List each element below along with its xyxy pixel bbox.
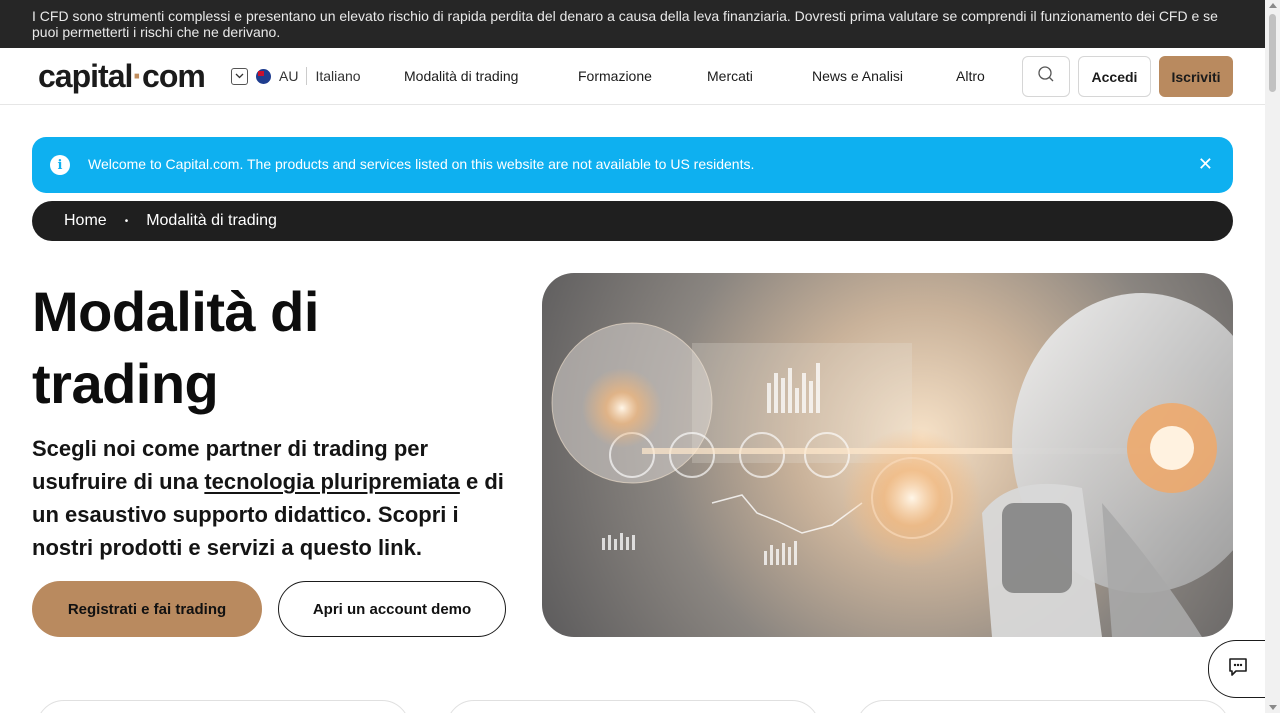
notice-text: Welcome to Capital.com. The products and… xyxy=(88,156,755,172)
info-icon: i xyxy=(50,155,70,175)
nav-education[interactable]: Formazione xyxy=(578,68,652,84)
page-scrollbar[interactable] xyxy=(1265,0,1280,713)
risk-warning-text: I CFD sono strumenti complessi e present… xyxy=(32,8,1218,40)
logo-text-main: capital xyxy=(38,58,133,94)
signup-button[interactable]: Iscriviti xyxy=(1159,56,1233,97)
feature-card[interactable] xyxy=(446,700,820,713)
search-icon xyxy=(1037,65,1055,88)
breadcrumb-home[interactable]: Home xyxy=(64,212,107,230)
robot-trading-artwork xyxy=(551,293,1233,637)
chevron-down-icon[interactable] xyxy=(231,67,248,85)
capital-com-logo[interactable]: capital·com xyxy=(38,58,206,95)
scrollbar-thumb[interactable] xyxy=(1269,14,1276,92)
login-button[interactable]: Accedi xyxy=(1078,56,1151,97)
close-icon[interactable]: ✕ xyxy=(1198,154,1213,175)
page-title: Modalità di trading xyxy=(32,280,319,415)
region-language-selector[interactable]: AU Italiano xyxy=(231,66,361,86)
register-trade-button[interactable]: Registrati e fai trading xyxy=(32,581,262,637)
region-code: AU xyxy=(279,68,299,84)
nav-news-analysis[interactable]: News e Analisi xyxy=(812,68,903,84)
divider xyxy=(306,67,308,85)
search-button[interactable] xyxy=(1022,56,1070,97)
logo-dot: · xyxy=(132,58,143,94)
scroll-up-icon[interactable] xyxy=(1269,3,1277,8)
hero-robot-illustration xyxy=(542,273,1233,637)
nav-trading-modes[interactable]: Modalità di trading xyxy=(404,68,518,84)
scroll-down-icon[interactable] xyxy=(1269,705,1277,710)
award-winning-tech-link[interactable]: tecnologia pluripremiata xyxy=(204,469,460,494)
us-residents-notice: i Welcome to Capital.com. The products a… xyxy=(32,137,1233,193)
feature-card[interactable] xyxy=(36,700,410,713)
language-label[interactable]: Italiano xyxy=(315,68,360,84)
australia-flag-icon xyxy=(256,68,271,84)
site-header: capital·com AU Italiano Modalità di trad… xyxy=(0,48,1265,105)
hero-description: Scegli noi come partner di trading per u… xyxy=(32,432,522,564)
breadcrumb: Home • Modalità di trading xyxy=(32,201,1233,241)
logo-text-tail: com xyxy=(142,58,206,94)
breadcrumb-current: Modalità di trading xyxy=(146,212,277,229)
chat-icon xyxy=(1227,656,1249,683)
open-demo-account-button[interactable]: Apri un account demo xyxy=(278,581,506,637)
nav-markets[interactable]: Mercati xyxy=(707,68,753,84)
breadcrumb-separator: • xyxy=(124,215,129,227)
nav-more[interactable]: Altro xyxy=(956,68,985,84)
feature-card[interactable] xyxy=(856,700,1230,713)
chat-button[interactable] xyxy=(1208,640,1268,698)
risk-warning-banner: I CFD sono strumenti complessi e present… xyxy=(0,0,1265,48)
